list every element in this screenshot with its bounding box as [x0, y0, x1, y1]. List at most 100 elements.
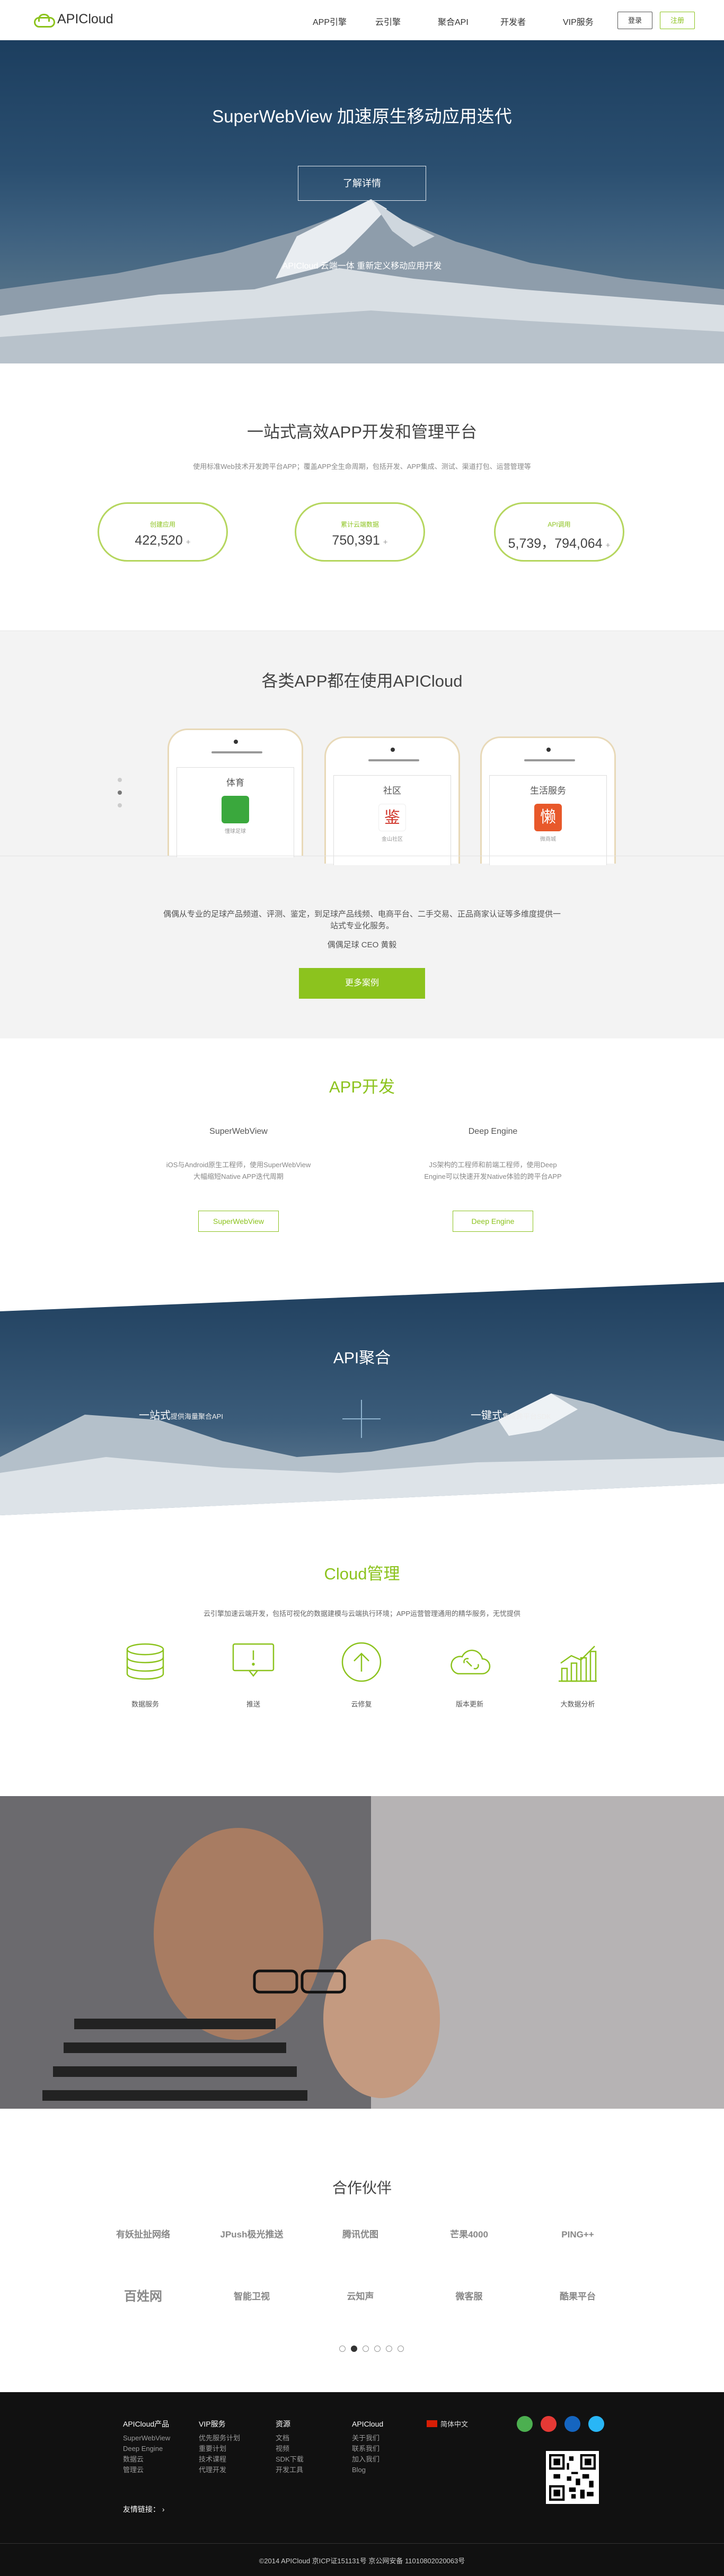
footer-divider [0, 2543, 724, 2544]
message-icon [232, 1643, 275, 1677]
twitter-icon[interactable] [588, 2416, 604, 2432]
friend-links[interactable]: 友情链接： › [123, 2504, 165, 2515]
nav-link-api[interactable]: 聚合API [438, 15, 500, 28]
footer-link[interactable]: 视频 [276, 2444, 304, 2454]
partner-logo[interactable]: 智能卫视 [207, 2286, 297, 2307]
cloud-description: 云引擎加速云端开发，包括可视化的数据建模与云端执行环境；APP运营管理通用的精华… [203, 1610, 520, 1618]
cloud-wrench-icon [451, 1649, 491, 1675]
footer-link[interactable]: 开发工具 [276, 2465, 304, 2475]
people-photo [0, 1796, 724, 2109]
language-label: 简体中文 [440, 2420, 469, 2428]
cloud-item-repair[interactable]: 云修复 [330, 1640, 393, 1709]
cloud-item-data[interactable]: 数据服务 [113, 1640, 177, 1709]
partner-logo[interactable]: 百姓网 [98, 2286, 188, 2307]
footer-col-products: APICloud产品 SuperWebView Deep Engine 数据云 … [123, 2419, 170, 2475]
cloud-item-analytics[interactable]: 大数据分析 [546, 1640, 610, 1709]
nav-link-cloud-engine[interactable]: 云引擎 [375, 15, 438, 28]
superwebview-button[interactable]: SuperWebView [198, 1211, 279, 1232]
deep-engine-button[interactable]: Deep Engine [453, 1211, 533, 1232]
mountain-image [0, 1282, 724, 1515]
footer-link[interactable]: 重要计划 [199, 2444, 240, 2454]
footer-link[interactable]: 优先服务计划 [199, 2433, 240, 2444]
qr-code [546, 2451, 599, 2504]
mountain-image [0, 199, 724, 363]
partner-logo[interactable]: 芒果4000 [424, 2224, 514, 2245]
more-cases-button[interactable]: 更多案例 [299, 968, 425, 999]
footer-link[interactable]: SuperWebView [123, 2433, 170, 2444]
phone-category: 生活服务 [530, 786, 566, 796]
footer-link[interactable]: 文档 [276, 2433, 304, 2444]
register-button[interactable]: 注册 [660, 12, 695, 29]
superwebview-desc: iOS与Android原生工程师，使用SuperWebView 大幅缩短Nativ… [166, 1161, 311, 1180]
weibo-icon[interactable] [541, 2416, 557, 2432]
platform-description: 使用标准Web技术开发跨平台APP；覆盖APP全生命周期，包括开发、APP集成、… [193, 463, 531, 470]
footer-col-vip: VIP服务 优先服务计划 重要计划 技术课程 代理开发 [199, 2419, 240, 2475]
app-name: 懂球足球 [225, 829, 246, 834]
footer-link[interactable]: 管理云 [123, 2465, 170, 2475]
chart-icon [559, 1646, 597, 1682]
cloud-item-version[interactable]: 版本更新 [438, 1640, 501, 1709]
nav-link-app-engine[interactable]: APP引擎 [313, 15, 375, 28]
hero-banner: SuperWebView 加速原生移动应用迭代 了解详情 APICloud 云端… [0, 40, 724, 363]
testimonial-line1: 偶偶从专业的足球产品频道、评测、鉴定，到足球产品线频、电商平台、二手交易、正品商… [163, 910, 561, 919]
facebook-icon[interactable] [564, 2416, 580, 2432]
wechat-icon[interactable] [517, 2416, 533, 2432]
carousel-dot-active[interactable] [118, 790, 122, 795]
cloud-item-push[interactable]: 推送 [222, 1640, 285, 1709]
partner-logo[interactable]: 酷果平台 [533, 2286, 623, 2307]
footer-link[interactable]: SDK下载 [276, 2454, 304, 2465]
carousel-dot[interactable] [118, 778, 122, 782]
china-flag-icon [427, 2420, 437, 2427]
carousel-dot[interactable] [398, 2346, 404, 2352]
language-selector[interactable]: 简体中文 [427, 2419, 468, 2429]
partner-logo[interactable]: PING++ [533, 2224, 623, 2245]
copyright: ©2014 APICloud 京ICP证151131号 京公网安备 110108… [259, 2557, 465, 2565]
logo[interactable]: APICloud [33, 12, 113, 28]
app-name: 金山社区 [382, 837, 403, 842]
hero-details-button[interactable]: 了解详情 [298, 166, 426, 201]
footer-link[interactable]: Blog [352, 2465, 383, 2475]
phone-category: 体育 [226, 778, 244, 788]
footer-link[interactable]: Deep Engine [123, 2444, 170, 2454]
carousel-dot[interactable] [386, 2346, 392, 2352]
partner-logo[interactable]: 微客服 [424, 2286, 514, 2307]
nav-link-developer[interactable]: 开发者 [500, 15, 563, 28]
footer-link[interactable]: 数据云 [123, 2454, 170, 2465]
carousel-dot[interactable] [118, 803, 122, 807]
api-section: API聚合 一站式提供海量聚合API 一键式集成跨平台SDK [0, 1282, 724, 1515]
stat-data: 累计云端数据 750,391 + [295, 502, 425, 562]
footer-link[interactable]: 加入我们 [352, 2454, 383, 2465]
footer-link[interactable]: 联系我们 [352, 2444, 383, 2454]
carousel-dot-active[interactable] [351, 2346, 357, 2352]
stat-value: 5,739，794,064 + [508, 536, 611, 551]
footer-link[interactable]: 代理开发 [199, 2465, 240, 2475]
stat-value: 750,391 + [332, 533, 388, 548]
qr-code-image [549, 2454, 596, 2501]
footer-link[interactable]: 关于我们 [352, 2433, 383, 2444]
hero-title: SuperWebView 加速原生移动应用迭代 [212, 106, 512, 126]
footer-link[interactable]: 技术课程 [199, 2454, 240, 2465]
appdev-title: APP开发 [329, 1078, 395, 1096]
upload-icon [341, 1642, 382, 1682]
partner-logo[interactable]: 有妖扯扯网络 [98, 2224, 188, 2245]
app-icon [222, 796, 249, 823]
api-right-feature: 一键式集成跨平台SDK [471, 1410, 551, 1422]
testimonial-author: 偶偶足球 CEO 黄毅 [327, 940, 397, 949]
login-button[interactable]: 登录 [617, 12, 652, 29]
partners-title: 合作伙伴 [332, 2180, 392, 2196]
carousel-dot[interactable] [363, 2346, 369, 2352]
carousel-dot[interactable] [339, 2346, 346, 2352]
partner-logo[interactable]: JPush极光推送 [207, 2224, 297, 2245]
app-icon: 懒 [534, 804, 562, 831]
partner-logo[interactable]: 云知声 [315, 2286, 405, 2307]
api-left-feature: 一站式提供海量聚合API [139, 1410, 223, 1422]
cloud-title: Cloud管理 [324, 1565, 400, 1583]
phone-category: 社区 [383, 786, 401, 796]
partner-carousel-dots [339, 2346, 404, 2352]
nav-link-vip[interactable]: VIP服务 [563, 15, 625, 28]
team-photo [0, 1796, 724, 2109]
partner-logo[interactable]: 腾讯优图 [315, 2224, 405, 2245]
carousel-dot[interactable] [374, 2346, 381, 2352]
deep-engine-title: Deep Engine [468, 1127, 518, 1136]
stat-value: 422,520 + [135, 533, 191, 548]
